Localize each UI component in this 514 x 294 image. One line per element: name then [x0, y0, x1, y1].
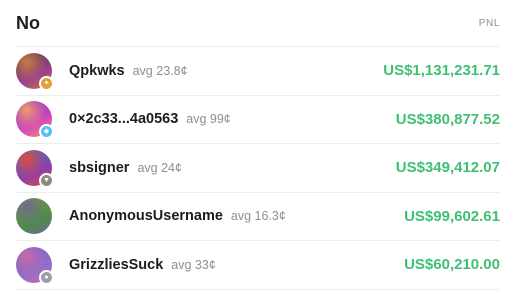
avatar-container[interactable]: ◆ [16, 101, 54, 140]
holder-row[interactable]: ✦ Qpkwks avg 23.8¢ US$1,131,231.71 [16, 47, 500, 96]
diamond-badge-icon: ◆ [39, 124, 54, 140]
average-price: avg 24¢ [137, 160, 182, 175]
holder-row[interactable]: ▼ sbsigner avg 24¢ US$349,412.07 [16, 144, 500, 193]
holder-name[interactable]: GrizzliesSuck [69, 257, 163, 273]
gold-badge-icon: ✦ [39, 75, 54, 91]
pnl-value: US$99,602.61 [404, 207, 500, 225]
shield-badge-icon: ▼ [39, 172, 54, 188]
holder-row[interactable]: ◆ 0×2c33...4a0563 avg 99¢ US$380,877.52 [16, 96, 500, 144]
average-price: avg 99¢ [186, 112, 231, 127]
avatar-container[interactable]: ✦ [16, 52, 54, 91]
holder-name[interactable]: sbsigner [69, 160, 129, 176]
holder-name[interactable]: Qpkwks [69, 63, 125, 79]
avatar-container[interactable]: ▼ [16, 149, 54, 188]
holder-list: ✦ Qpkwks avg 23.8¢ US$1,131,231.71 ◆ 0×2c33..… [16, 47, 500, 290]
average-price: avg 33¢ [171, 257, 216, 272]
holder-name[interactable]: 0×2c33...4a0563 [69, 111, 178, 127]
leaderboard-panel: No PNL ✦ Qpkwks avg 23.8¢ US$1,131,231.71 ◆ 0… [0, 0, 514, 294]
average-price: avg 23.8¢ [132, 63, 188, 78]
holder-row[interactable]: ● GrizzliesSuck avg 33¢ US$60,210.00 [16, 241, 500, 290]
avatar-container[interactable]: ● [16, 246, 54, 285]
pnl-value: US$60,210.00 [404, 256, 500, 274]
panel-header: No PNL [16, 0, 500, 46]
silver-badge-icon: ● [39, 269, 54, 285]
pnl-value: US$1,131,231.71 [383, 62, 500, 80]
holder-row[interactable]: AnonymousUsername avg 16.3¢ US$99,602.61 [16, 193, 500, 241]
pnl-value: US$380,877.52 [395, 110, 500, 128]
avatar-container[interactable] [16, 198, 52, 235]
holder-name[interactable]: AnonymousUsername [69, 208, 223, 224]
pnl-column-label: PNL [478, 17, 500, 29]
average-price: avg 16.3¢ [230, 209, 286, 224]
outcome-title: No [16, 12, 40, 33]
avatar[interactable] [16, 198, 52, 235]
pnl-value: US$349,412.07 [395, 159, 500, 177]
